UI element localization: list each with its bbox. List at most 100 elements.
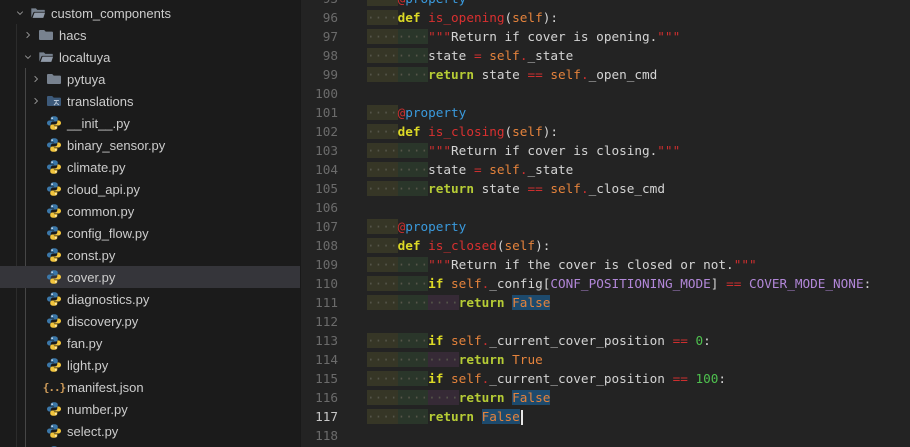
code-line-101[interactable]: 101 ····@property xyxy=(301,103,910,122)
code-text: ····@property xyxy=(367,0,910,8)
sidebar-item-hacs[interactable]: hacs xyxy=(0,24,300,46)
sidebar-item-pytuya[interactable]: pytuya xyxy=(0,68,300,90)
code-line-116[interactable]: 116 ············return False xyxy=(301,388,910,407)
line-number: 97 xyxy=(322,29,338,44)
sidebar-item-translations[interactable]: translations xyxy=(0,90,300,112)
code-line-100[interactable]: 100 xyxy=(301,84,910,103)
line-number: 116 xyxy=(315,390,338,405)
python-icon xyxy=(46,401,62,417)
sidebar-item-label: __init__.py xyxy=(67,115,130,131)
sidebar-item-cover.py[interactable]: cover.py xyxy=(0,266,300,288)
code-line-96[interactable]: 96 ····def is_opening(self): xyxy=(301,8,910,27)
sidebar-item-common.py[interactable]: common.py xyxy=(0,200,300,222)
code-line-112[interactable]: 112 xyxy=(301,312,910,331)
sidebar-item-climate.py[interactable]: climate.py xyxy=(0,156,300,178)
chevron-down-icon[interactable] xyxy=(12,5,28,21)
sidebar-item-label: number.py xyxy=(67,401,128,417)
sidebar-item-manifest.json[interactable]: {..} manifest.json xyxy=(0,376,300,398)
sidebar-item-label: translations xyxy=(67,93,134,109)
code-line-109[interactable]: 109 ········"""Return if the cover is clo… xyxy=(301,255,910,274)
line-number: 111 xyxy=(315,295,338,310)
code-editor[interactable]: 95····@property96····def is_opening(self… xyxy=(300,0,910,447)
chevron-down-icon[interactable] xyxy=(20,49,36,65)
text-cursor xyxy=(520,410,523,425)
folder-i18n-icon xyxy=(46,93,62,109)
sidebar-item-binary_sensor.py[interactable]: binary_sensor.py xyxy=(0,134,300,156)
code-line-113[interactable]: 113 ········if self._current_cover_positi… xyxy=(301,331,910,350)
sidebar-item-const.py[interactable]: const.py xyxy=(0,244,300,266)
python-icon xyxy=(46,115,62,131)
sidebar-item-number.py[interactable]: number.py xyxy=(0,398,300,420)
folder-icon xyxy=(46,71,62,87)
sidebar-item-label: localtuya xyxy=(59,49,111,65)
sidebar-item-fan.py[interactable]: fan.py xyxy=(0,332,300,354)
line-number: 110 xyxy=(315,276,338,291)
line-number: 113 xyxy=(315,333,338,348)
sidebar-item-select.py[interactable]: select.py xyxy=(0,420,300,442)
sidebar-item-localtuya[interactable]: localtuya xyxy=(0,46,300,68)
code-line-95[interactable]: 95····@property xyxy=(301,0,910,8)
sidebar-item-custom_components[interactable]: custom_components xyxy=(0,2,300,24)
sidebar-item-light.py[interactable]: light.py xyxy=(0,354,300,376)
code-line-103[interactable]: 103 ········"""Return if cover is closing… xyxy=(301,141,910,160)
code-line-118[interactable]: 118 xyxy=(301,426,910,445)
code-line-114[interactable]: 114 ············return True xyxy=(301,350,910,369)
python-icon xyxy=(46,423,62,439)
line-number: 112 xyxy=(315,314,338,329)
code-line-98[interactable]: 98 ········state = self._state xyxy=(301,46,910,65)
line-number: 107 xyxy=(315,219,338,234)
code-text: ········return False xyxy=(367,407,910,426)
code-line-117[interactable]: 117 ········return False xyxy=(301,407,910,426)
line-number: 115 xyxy=(315,371,338,386)
sidebar-item-label: const.py xyxy=(67,247,116,263)
code-text: ········state = self._state xyxy=(367,162,574,177)
code-line-99[interactable]: 99 ········return state == self._open_cmd xyxy=(301,65,910,84)
line-number: 109 xyxy=(315,257,338,272)
code-line-111[interactable]: 111 ············return False xyxy=(301,293,910,312)
sidebar-item-diagnostics.py[interactable]: diagnostics.py xyxy=(0,288,300,310)
code-line-97[interactable]: 97 ········"""Return if cover is opening.… xyxy=(301,27,910,46)
code-line-104[interactable]: 104 ········state = self._state xyxy=(301,160,910,179)
code-line-102[interactable]: 102 ····def is_closing(self): xyxy=(301,122,910,141)
python-icon xyxy=(46,181,62,197)
file-explorer-list: custom_components hacs localtuya pytuya tran… xyxy=(0,2,300,447)
code-text: ········state = self._state xyxy=(367,48,574,63)
code-text: ····@property xyxy=(367,219,467,234)
sidebar-item-label: select.py xyxy=(67,423,119,439)
code-line-115[interactable]: 115 ········if self._current_cover_positi… xyxy=(301,369,910,388)
sidebar-item-label: fan.py xyxy=(67,335,103,351)
code-line-108[interactable]: 108 ····def is_closed(self): xyxy=(301,236,910,255)
code-line-105[interactable]: 105 ········return state == self._close_c… xyxy=(301,179,910,198)
chevron-right-icon[interactable] xyxy=(28,71,44,87)
code-line-106[interactable]: 106 xyxy=(301,198,910,217)
sidebar-item-partial[interactable] xyxy=(0,442,300,447)
chevron-right-icon[interactable] xyxy=(28,93,44,109)
vscode-window: custom_components hacs localtuya pytuya tran… xyxy=(0,0,910,447)
sidebar-item-__init__.py[interactable]: __init__.py xyxy=(0,112,300,134)
line-number: 105 xyxy=(315,181,338,196)
sidebar-item-config_flow.py[interactable]: config_flow.py xyxy=(0,222,300,244)
sidebar-item-discovery.py[interactable]: discovery.py xyxy=(0,310,300,332)
code-line-107[interactable]: 107 ····@property xyxy=(301,217,910,236)
line-number: 118 xyxy=(315,428,338,443)
sidebar-item-label: light.py xyxy=(67,357,109,373)
chevron-right-icon[interactable] xyxy=(20,27,36,43)
code-text: ········return state == self._close_cmd xyxy=(367,181,665,196)
code-text: ············return False xyxy=(367,390,551,405)
python-icon xyxy=(46,247,62,263)
file-explorer: custom_components hacs localtuya pytuya tran… xyxy=(0,0,300,447)
sidebar-item-cloud_api.py[interactable]: cloud_api.py xyxy=(0,178,300,200)
python-icon xyxy=(46,357,62,373)
python-icon xyxy=(46,137,62,153)
code-line-110[interactable]: 110 ········if self._config[CONF_POSITION… xyxy=(301,274,910,293)
code-text: ····def is_opening(self): xyxy=(367,10,558,25)
sidebar-item-label: cloud_api.py xyxy=(67,181,140,197)
